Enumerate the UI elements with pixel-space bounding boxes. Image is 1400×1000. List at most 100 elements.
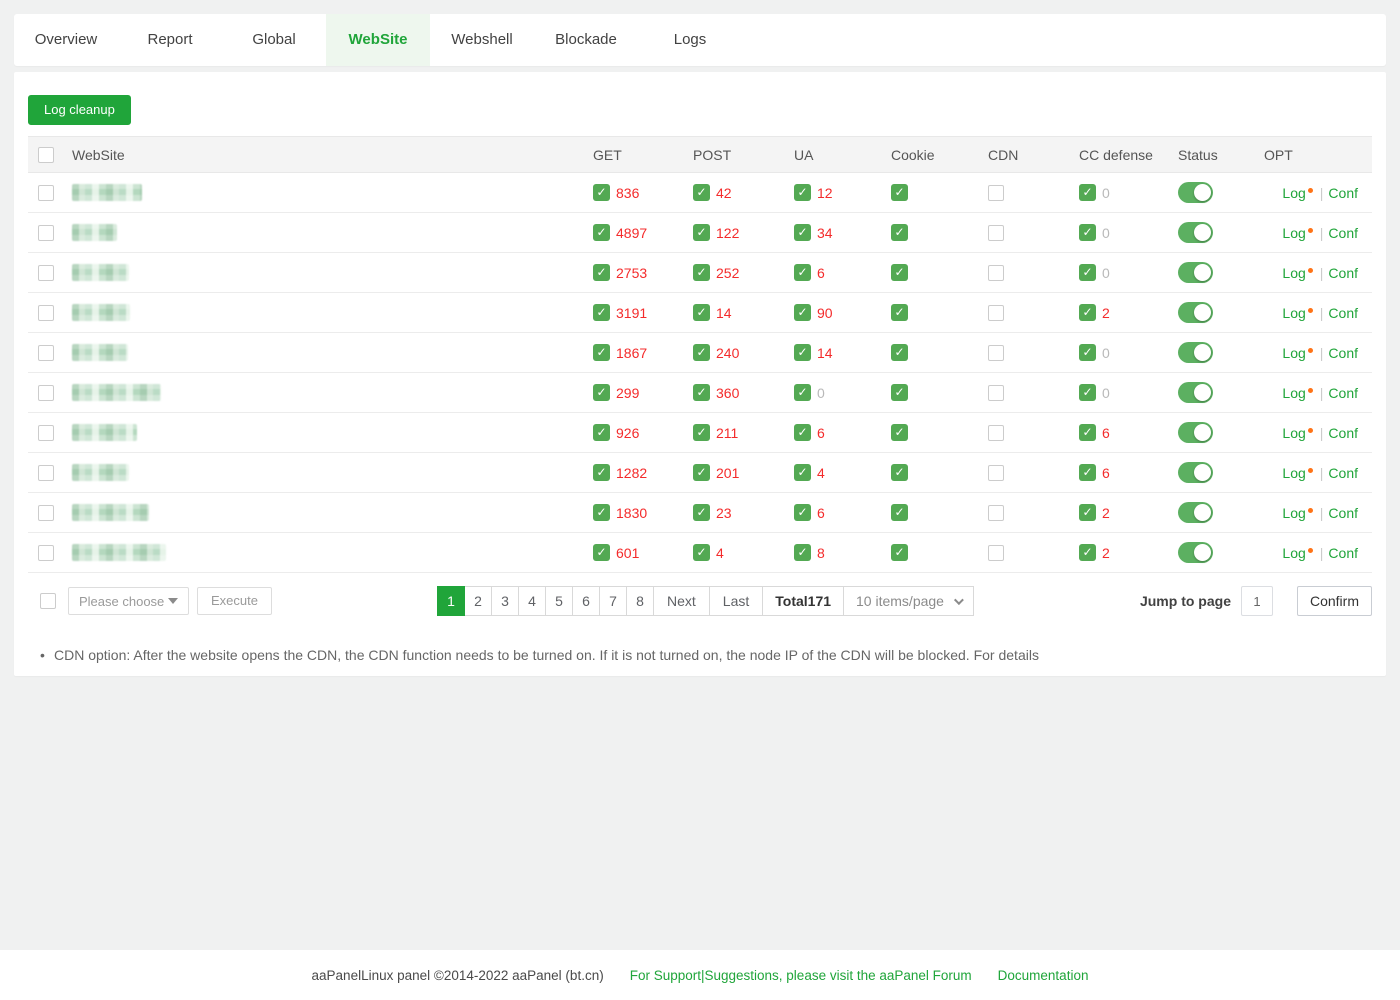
page-button-6[interactable]: 6 xyxy=(572,586,600,616)
footer-support-link[interactable]: For Support|Suggestions, please visit th… xyxy=(630,968,972,983)
row-select-checkbox[interactable] xyxy=(38,385,54,401)
log-cleanup-button[interactable]: Log cleanup xyxy=(28,95,131,125)
cc-defense-checked-icon[interactable]: ✓ xyxy=(1079,464,1096,481)
log-link[interactable]: Log xyxy=(1282,505,1305,521)
conf-link[interactable]: Conf xyxy=(1328,345,1358,361)
ua-checked-icon[interactable]: ✓ xyxy=(794,424,811,441)
log-link[interactable]: Log xyxy=(1282,265,1305,281)
page-button-8[interactable]: 8 xyxy=(626,586,654,616)
page-button-3[interactable]: 3 xyxy=(491,586,519,616)
tab-blockade[interactable]: Blockade xyxy=(534,14,638,66)
post-checked-icon[interactable]: ✓ xyxy=(693,544,710,561)
conf-link[interactable]: Conf xyxy=(1328,425,1358,441)
cdn-checkbox[interactable] xyxy=(988,225,1004,241)
cdn-checkbox[interactable] xyxy=(988,385,1004,401)
conf-link[interactable]: Conf xyxy=(1328,305,1358,321)
post-checked-icon[interactable]: ✓ xyxy=(693,264,710,281)
post-checked-icon[interactable]: ✓ xyxy=(693,184,710,201)
tab-report[interactable]: Report xyxy=(118,14,222,66)
cdn-checkbox[interactable] xyxy=(988,305,1004,321)
cdn-checkbox[interactable] xyxy=(988,265,1004,281)
post-checked-icon[interactable]: ✓ xyxy=(693,224,710,241)
log-link[interactable]: Log xyxy=(1282,185,1305,201)
status-toggle-on[interactable] xyxy=(1178,262,1213,283)
execute-button[interactable]: Execute xyxy=(197,587,272,615)
status-toggle-on[interactable] xyxy=(1178,182,1213,203)
tab-global[interactable]: Global xyxy=(222,14,326,66)
cookie-checked-icon[interactable]: ✓ xyxy=(891,224,908,241)
website-name-redacted[interactable] xyxy=(72,384,161,401)
cookie-checked-icon[interactable]: ✓ xyxy=(891,304,908,321)
cdn-checkbox[interactable] xyxy=(988,505,1004,521)
get-checked-icon[interactable]: ✓ xyxy=(593,544,610,561)
ua-checked-icon[interactable]: ✓ xyxy=(794,544,811,561)
post-checked-icon[interactable]: ✓ xyxy=(693,504,710,521)
cookie-checked-icon[interactable]: ✓ xyxy=(891,464,908,481)
cookie-checked-icon[interactable]: ✓ xyxy=(891,504,908,521)
row-select-checkbox[interactable] xyxy=(38,345,54,361)
items-per-page-select[interactable]: 10 items/page xyxy=(843,586,974,616)
status-toggle-on[interactable] xyxy=(1178,422,1213,443)
status-toggle-on[interactable] xyxy=(1178,462,1213,483)
page-button-2[interactable]: 2 xyxy=(464,586,492,616)
ua-checked-icon[interactable]: ✓ xyxy=(794,384,811,401)
conf-link[interactable]: Conf xyxy=(1328,185,1358,201)
cc-defense-checked-icon[interactable]: ✓ xyxy=(1079,344,1096,361)
cookie-checked-icon[interactable]: ✓ xyxy=(891,424,908,441)
post-checked-icon[interactable]: ✓ xyxy=(693,464,710,481)
page-button-7[interactable]: 7 xyxy=(599,586,627,616)
cc-defense-checked-icon[interactable]: ✓ xyxy=(1079,424,1096,441)
bulk-action-select[interactable]: Please choose xyxy=(68,587,189,615)
status-toggle-on[interactable] xyxy=(1178,542,1213,563)
website-name-redacted[interactable] xyxy=(72,264,129,281)
website-name-redacted[interactable] xyxy=(72,184,142,201)
website-name-redacted[interactable] xyxy=(72,464,129,481)
page-button-4[interactable]: 4 xyxy=(518,586,546,616)
conf-link[interactable]: Conf xyxy=(1328,225,1358,241)
get-checked-icon[interactable]: ✓ xyxy=(593,304,610,321)
status-toggle-on[interactable] xyxy=(1178,342,1213,363)
get-checked-icon[interactable]: ✓ xyxy=(593,184,610,201)
log-link[interactable]: Log xyxy=(1282,545,1305,561)
cc-defense-checked-icon[interactable]: ✓ xyxy=(1079,224,1096,241)
cc-defense-checked-icon[interactable]: ✓ xyxy=(1079,264,1096,281)
row-select-checkbox[interactable] xyxy=(38,185,54,201)
post-checked-icon[interactable]: ✓ xyxy=(693,304,710,321)
cdn-checkbox[interactable] xyxy=(988,345,1004,361)
log-link[interactable]: Log xyxy=(1282,385,1305,401)
tab-webshell[interactable]: Webshell xyxy=(430,14,534,66)
cookie-checked-icon[interactable]: ✓ xyxy=(891,264,908,281)
get-checked-icon[interactable]: ✓ xyxy=(593,344,610,361)
row-select-checkbox[interactable] xyxy=(38,305,54,321)
get-checked-icon[interactable]: ✓ xyxy=(593,424,610,441)
cdn-checkbox[interactable] xyxy=(988,185,1004,201)
cc-defense-checked-icon[interactable]: ✓ xyxy=(1079,384,1096,401)
get-checked-icon[interactable]: ✓ xyxy=(593,264,610,281)
post-checked-icon[interactable]: ✓ xyxy=(693,344,710,361)
cdn-checkbox[interactable] xyxy=(988,425,1004,441)
cc-defense-checked-icon[interactable]: ✓ xyxy=(1079,184,1096,201)
log-link[interactable]: Log xyxy=(1282,465,1305,481)
row-select-checkbox[interactable] xyxy=(38,545,54,561)
conf-link[interactable]: Conf xyxy=(1328,265,1358,281)
cdn-checkbox[interactable] xyxy=(988,545,1004,561)
log-link[interactable]: Log xyxy=(1282,305,1305,321)
row-select-checkbox[interactable] xyxy=(38,465,54,481)
row-select-checkbox[interactable] xyxy=(38,265,54,281)
log-link[interactable]: Log xyxy=(1282,225,1305,241)
bulk-select-checkbox[interactable] xyxy=(40,593,56,609)
log-link[interactable]: Log xyxy=(1282,425,1305,441)
website-name-redacted[interactable] xyxy=(72,344,128,361)
ua-checked-icon[interactable]: ✓ xyxy=(794,264,811,281)
ua-checked-icon[interactable]: ✓ xyxy=(794,344,811,361)
get-checked-icon[interactable]: ✓ xyxy=(593,464,610,481)
ua-checked-icon[interactable]: ✓ xyxy=(794,184,811,201)
ua-checked-icon[interactable]: ✓ xyxy=(794,304,811,321)
status-toggle-on[interactable] xyxy=(1178,222,1213,243)
get-checked-icon[interactable]: ✓ xyxy=(593,384,610,401)
cc-defense-checked-icon[interactable]: ✓ xyxy=(1079,504,1096,521)
post-checked-icon[interactable]: ✓ xyxy=(693,424,710,441)
cc-defense-checked-icon[interactable]: ✓ xyxy=(1079,304,1096,321)
tab-overview[interactable]: Overview xyxy=(14,14,118,66)
tab-website[interactable]: WebSite xyxy=(326,14,430,66)
